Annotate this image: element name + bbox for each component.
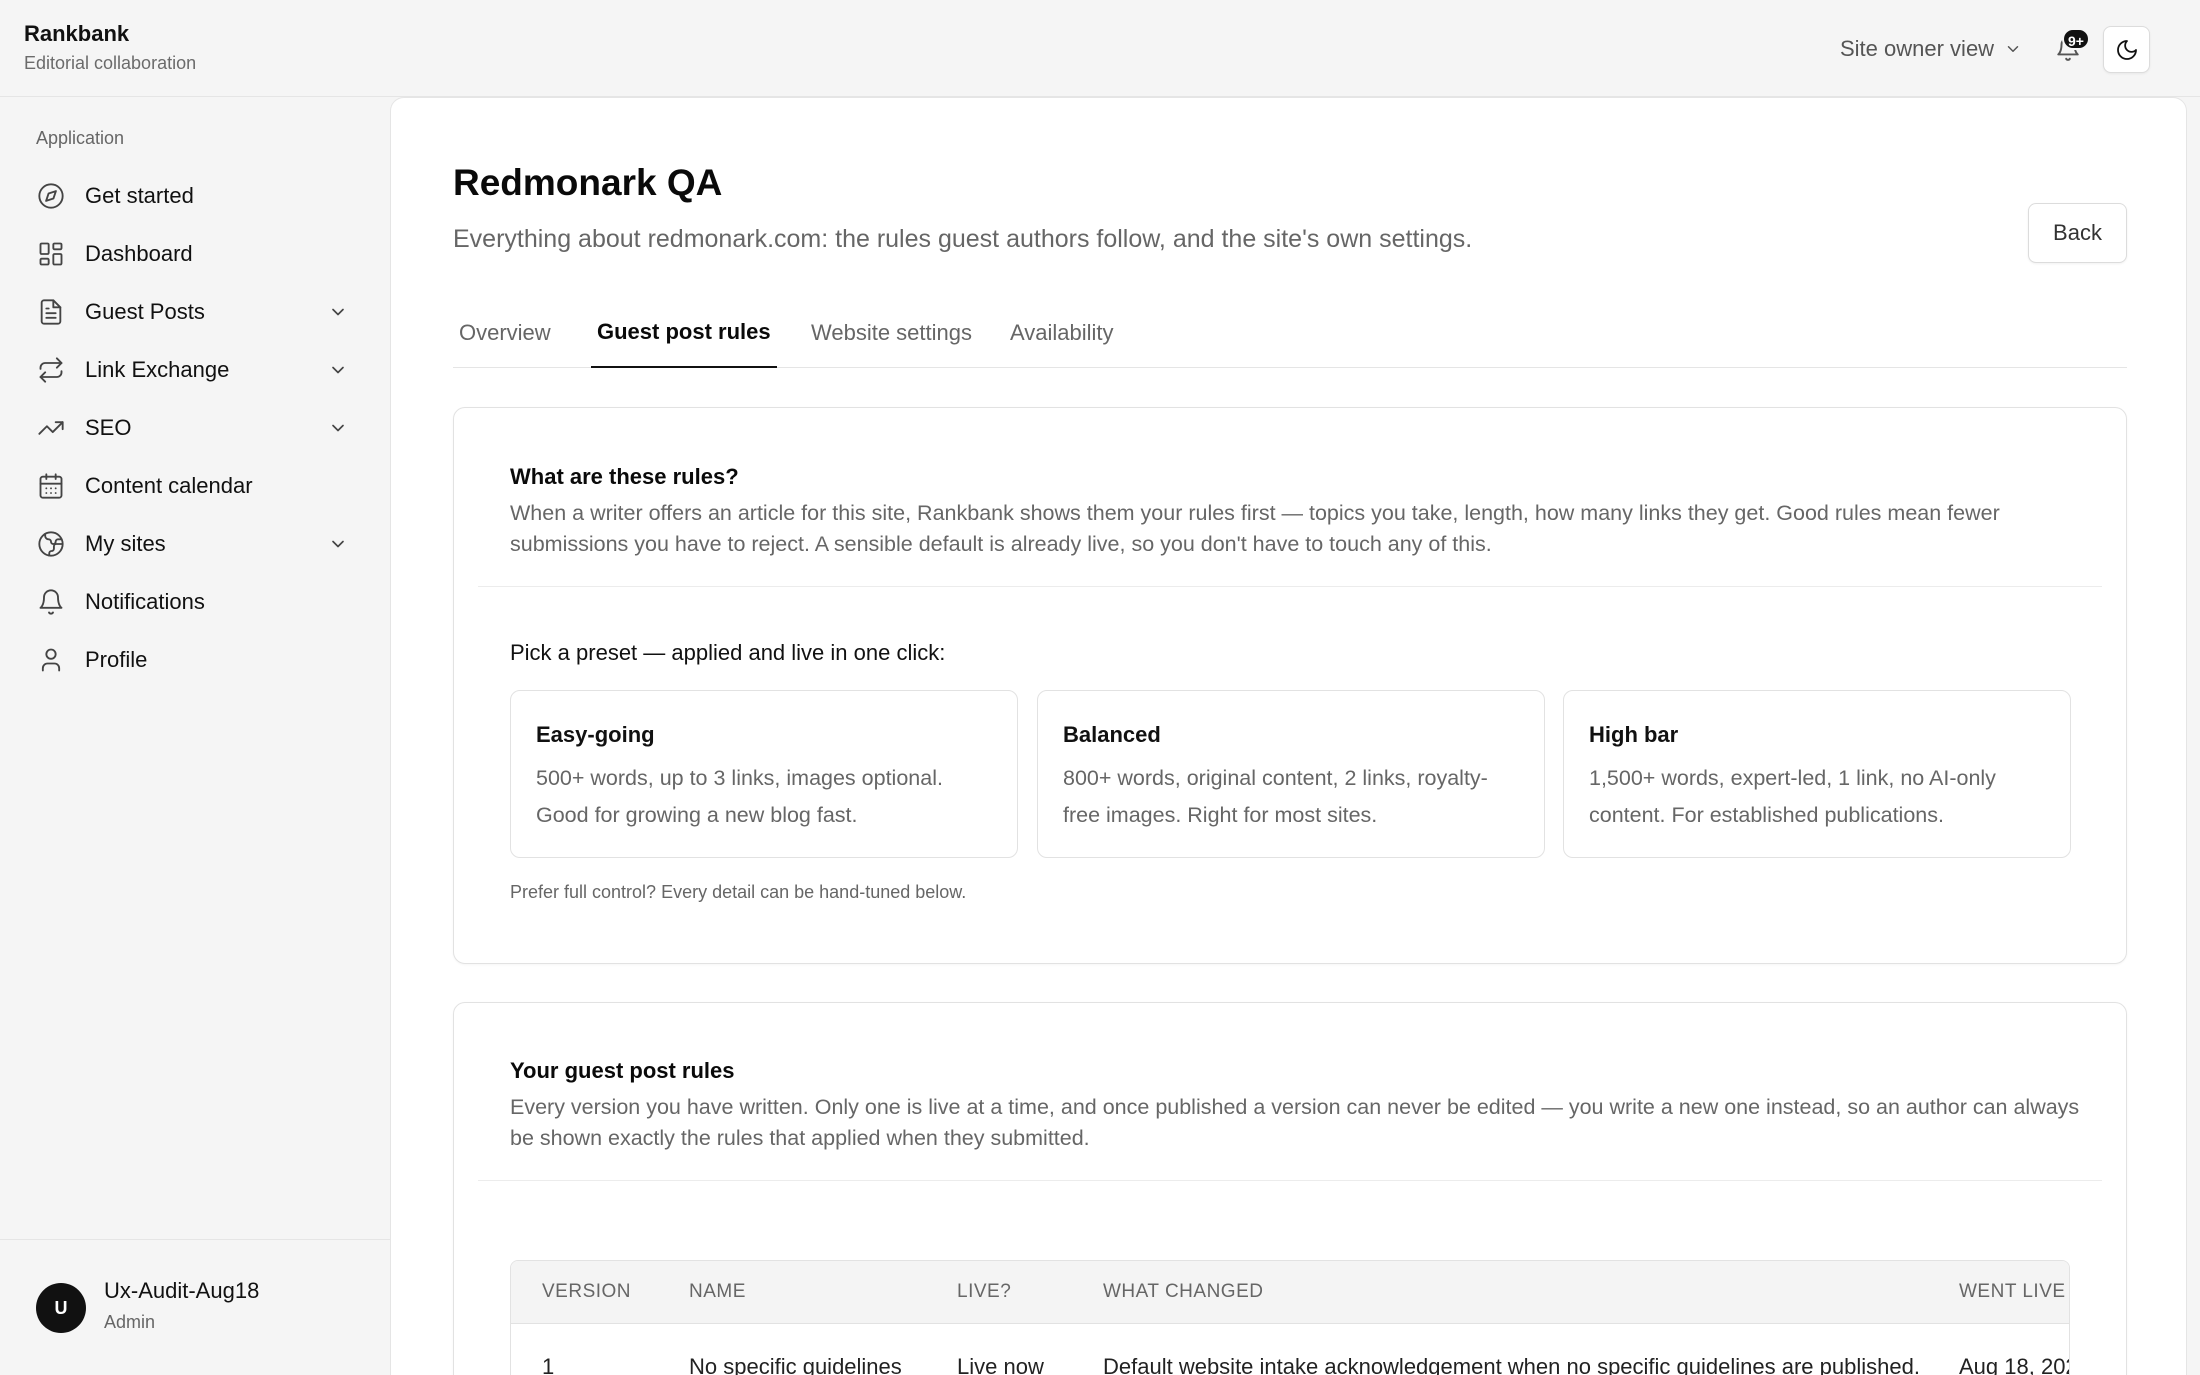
view-selector[interactable]: Site owner view (1840, 32, 2022, 66)
page-title: Redmonark QA (453, 162, 723, 203)
tab-guest-post-rules[interactable]: Guest post rules (591, 298, 777, 368)
chevron-down-icon (332, 424, 344, 432)
sidebar-item-label: Notifications (85, 589, 205, 614)
sidebar-item-label: My sites (85, 531, 166, 556)
trending-up-icon (36, 413, 66, 443)
column-header-what-changed[interactable]: WHAT CHANGED (1103, 1281, 1263, 1303)
sidebar-item-notifications[interactable]: Notifications (22, 573, 366, 631)
preset-note: Prefer full control? Every detail can be… (510, 882, 967, 902)
cell-live-status: Live now (957, 1354, 1044, 1375)
sidebar-item-label: Get started (85, 183, 194, 208)
sidebar-item-my-sites[interactable]: My sites (22, 515, 366, 573)
calendar-icon (36, 471, 66, 501)
app-subtitle: Editorial collaboration (24, 53, 197, 73)
notification-count-badge: 9+ (2062, 28, 2090, 50)
sidebar-item-label: Profile (85, 647, 148, 672)
table-header: VERSION NAME LIVE? WHAT CHANGED WENT LIV… (511, 1261, 2069, 1324)
user-menu[interactable]: U Ux-Audit-Aug18 Admin (0, 1239, 390, 1375)
bell-icon (36, 587, 66, 617)
sidebar-item-label: Dashboard (85, 241, 193, 266)
divider (478, 1180, 2102, 1181)
main-content: Redmonark QA Everything about redmonark.… (390, 97, 2187, 1375)
sidebar-item-seo[interactable]: SEO (22, 399, 366, 457)
sidebar-item-label: Link Exchange (85, 357, 230, 382)
preset-name: High bar (1589, 722, 1679, 747)
preset-easy-going[interactable]: Easy-going 500+ words, up to 3 links, im… (510, 690, 1018, 858)
preset-name: Balanced (1063, 722, 1161, 747)
dashboard-grid-icon (36, 239, 66, 269)
rule-versions-description: Every version you have written. Only one… (510, 1095, 2080, 1150)
cell-version: 1 (542, 1354, 555, 1375)
tab-bar: Overview Guest post rules Website settin… (453, 298, 2127, 368)
preset-high-bar[interactable]: High bar 1,500+ words, expert-led, 1 lin… (1563, 690, 2071, 858)
cell-went-live: Aug 18, 2025 (1959, 1354, 2069, 1375)
cell-what-changed: Default website intake acknowledgement w… (1103, 1354, 1920, 1375)
chevron-down-icon (332, 366, 344, 374)
preset-description: 800+ words, original content, 2 links, r… (1063, 766, 1488, 827)
tab-overview[interactable]: Overview (453, 298, 557, 368)
repeat-arrows-icon (36, 355, 66, 385)
preset-name: Easy-going (536, 722, 655, 747)
user-icon (36, 645, 66, 675)
preset-description: 500+ words, up to 3 links, images option… (536, 766, 943, 827)
preset-prompt: Pick a preset — applied and live in one … (510, 640, 946, 665)
rule-versions-title: Your guest post rules (510, 1058, 735, 1083)
sidebar-item-label: SEO (85, 415, 132, 440)
column-header-went-live[interactable]: WENT LIVE (1959, 1281, 2066, 1303)
rule-versions-table: VERSION NAME LIVE? WHAT CHANGED WENT LIV… (510, 1260, 2070, 1375)
chevron-down-icon (332, 308, 344, 316)
column-header-live[interactable]: LIVE? (957, 1281, 1011, 1303)
app-name: Rankbank (24, 21, 130, 46)
sidebar-item-content-calendar[interactable]: Content calendar (22, 457, 366, 515)
rules-intro-title: What are these rules? (510, 464, 739, 489)
moon-icon (2116, 39, 2137, 60)
user-role: Admin (104, 1312, 156, 1332)
document-icon (36, 297, 66, 327)
sidebar-item-guest-posts[interactable]: Guest Posts (22, 283, 366, 341)
compass-icon (36, 181, 66, 211)
rule-versions-card: Your guest post rules Every version you … (453, 1002, 2127, 1375)
back-button[interactable]: Back (2028, 203, 2127, 263)
theme-toggle-button[interactable] (2103, 26, 2150, 73)
avatar: U (36, 1283, 86, 1333)
chevron-down-icon (332, 540, 344, 548)
rules-intro-description: When a writer offers an article for this… (510, 501, 2000, 556)
sidebar-item-label: Guest Posts (85, 299, 205, 324)
view-selector-label: Site owner view (1840, 36, 1995, 61)
top-header: Rankbank Editorial collaboration Site ow… (0, 0, 2200, 97)
sidebar-item-label: Content calendar (85, 473, 253, 498)
column-header-name[interactable]: NAME (689, 1281, 746, 1303)
sidebar-nav: Get started Dashboard Guest Posts Link E… (22, 167, 366, 689)
chevron-down-icon (2007, 46, 2019, 52)
globe-icon (36, 529, 66, 559)
rules-intro-card: What are these rules? When a writer offe… (453, 407, 2127, 964)
sidebar-item-profile[interactable]: Profile (22, 631, 366, 689)
column-header-version[interactable]: VERSION (542, 1281, 631, 1303)
cell-name: No specific guidelines (689, 1354, 902, 1375)
tab-website-settings[interactable]: Website settings (805, 298, 978, 368)
preset-balanced[interactable]: Balanced 800+ words, original content, 2… (1037, 690, 1545, 858)
sidebar-group-label: Application (36, 128, 125, 148)
sidebar-item-dashboard[interactable]: Dashboard (22, 225, 366, 283)
page-subtitle: Everything about redmonark.com: the rule… (453, 225, 1473, 253)
sidebar-item-link-exchange[interactable]: Link Exchange (22, 341, 366, 399)
sidebar: Application Get started Dashboard Guest … (0, 97, 390, 1375)
tab-availability[interactable]: Availability (1004, 298, 1120, 368)
divider (478, 586, 2102, 587)
brand[interactable]: Rankbank Editorial collaboration (24, 20, 196, 75)
sidebar-item-get-started[interactable]: Get started (22, 167, 366, 225)
user-name: Ux-Audit-Aug18 (104, 1278, 260, 1303)
preset-description: 1,500+ words, expert-led, 1 link, no AI-… (1589, 766, 1996, 827)
